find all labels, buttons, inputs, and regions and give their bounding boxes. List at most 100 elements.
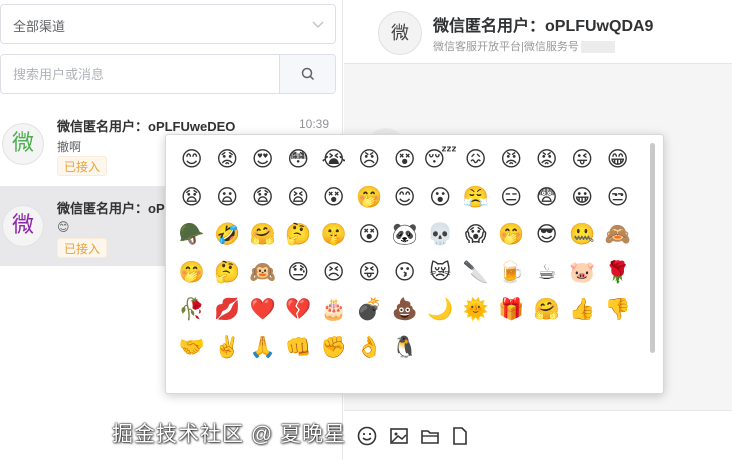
emoji-item[interactable]: 👊 bbox=[281, 329, 317, 367]
scrollbar[interactable] bbox=[650, 143, 655, 353]
emoji-item[interactable]: 😵 bbox=[316, 179, 352, 217]
emoji-item[interactable]: 😮 bbox=[423, 179, 459, 217]
emoji-item[interactable]: 🤭 bbox=[494, 216, 530, 254]
search-input[interactable] bbox=[1, 55, 279, 93]
emoji-item[interactable]: 😖 bbox=[458, 141, 494, 179]
search-icon bbox=[301, 67, 315, 81]
emoji-item[interactable]: 😍 bbox=[245, 141, 281, 179]
emoji-item[interactable]: 😧 bbox=[245, 179, 281, 217]
emoji-item[interactable]: 😴 bbox=[423, 141, 459, 179]
conversation-name: 微信匿名用户：oPLFUweDEO bbox=[57, 119, 236, 134]
emoji-item[interactable]: 😱 bbox=[458, 216, 494, 254]
chat-header: 微 微信匿名用户：oPLFUwQDA9 微信客服开放平台|微信服务号 bbox=[344, 0, 732, 64]
emoji-item[interactable]: 😠 bbox=[352, 141, 388, 179]
chat-avatar: 微 bbox=[378, 11, 422, 55]
emoji-item[interactable]: 🙉 bbox=[245, 254, 281, 292]
emoji-item[interactable]: 😣 bbox=[316, 254, 352, 292]
emoji-item[interactable]: 😨 bbox=[529, 179, 565, 217]
emoji-item[interactable]: 🤝 bbox=[174, 329, 210, 367]
emoji-item[interactable]: 🔪 bbox=[458, 254, 494, 292]
emoji-item[interactable]: 🤗 bbox=[245, 216, 281, 254]
emoji-item[interactable]: 😀 bbox=[565, 179, 601, 217]
emoji-item[interactable]: 😊 bbox=[174, 141, 210, 179]
emoji-item[interactable]: 🐷 bbox=[565, 254, 601, 292]
emoji-picker: 😊 😟 😍 😳 😭 😠 😵 😴 😖 😡 😡 😜 😁 😧 😦 😧 😫 😵 🤭 😊 😮 😤 😑 😨 😀 😒 🪖 🤣 🤗 🤔 🤫 😵 🐼 💀 😱 🤭 😎 🤐 🙈 🤭… bbox=[165, 134, 664, 394]
conversation-avatar: 微 bbox=[2, 123, 44, 165]
conversation-message: 😊 bbox=[57, 220, 70, 234]
emoji-item[interactable]: 😦 bbox=[210, 179, 246, 217]
emoji-item[interactable]: 🤭 bbox=[174, 254, 210, 292]
emoji-item[interactable]: 👌 bbox=[352, 329, 388, 367]
emoji-item[interactable]: 😤 bbox=[458, 179, 494, 217]
emoji-item[interactable]: 🪖 bbox=[174, 216, 210, 254]
emoji-item[interactable]: 🤭 bbox=[352, 179, 388, 217]
folder-icon[interactable] bbox=[419, 425, 441, 447]
chat-subtitle: 微信客服开放平台|微信服务号 bbox=[433, 38, 615, 54]
emoji-item[interactable]: 😵 bbox=[352, 216, 388, 254]
emoji-item[interactable]: 💣 bbox=[352, 291, 388, 329]
emoji-item[interactable]: 👍 bbox=[565, 291, 601, 329]
emoji-item[interactable]: 🌞 bbox=[458, 291, 494, 329]
emoji-item[interactable]: 🤐 bbox=[565, 216, 601, 254]
emoji-item[interactable]: 🌙 bbox=[423, 291, 459, 329]
emoji-item[interactable]: ❤️ bbox=[245, 291, 281, 329]
chevron-down-icon bbox=[312, 21, 324, 29]
emoji-item[interactable]: 💋 bbox=[210, 291, 246, 329]
emoji-item[interactable]: ✌️ bbox=[210, 329, 246, 367]
channel-select[interactable]: 全部渠道 bbox=[0, 4, 336, 44]
emoji-item[interactable]: 😡 bbox=[529, 141, 565, 179]
emoji-item[interactable]: 😝 bbox=[352, 254, 388, 292]
emoji-item[interactable]: 😓 bbox=[281, 254, 317, 292]
emoji-item[interactable]: 😗 bbox=[387, 254, 423, 292]
file-icon[interactable] bbox=[449, 425, 471, 447]
emoji-item[interactable]: 🙏 bbox=[245, 329, 281, 367]
emoji-item[interactable]: 😧 bbox=[174, 179, 210, 217]
emoji-item[interactable]: 🐧 bbox=[387, 329, 423, 367]
emoji-item[interactable]: 😿 bbox=[423, 254, 459, 292]
emoji-item[interactable]: 💩 bbox=[387, 291, 423, 329]
emoji-item[interactable]: 🥀 bbox=[174, 291, 210, 329]
channel-select-value: 全部渠道 bbox=[13, 19, 66, 34]
conversation-message: 撤啊 bbox=[57, 140, 82, 154]
emoji-item[interactable]: ☕ bbox=[529, 254, 565, 292]
conversation-avatar: 微 bbox=[2, 205, 44, 247]
emoji-item[interactable]: 🎂 bbox=[316, 291, 352, 329]
redacted-id bbox=[580, 41, 615, 54]
emoji-item[interactable]: 😒 bbox=[600, 179, 636, 217]
emoji-item[interactable]: 🤣 bbox=[210, 216, 246, 254]
watermark: 掘金技术社区 @ 夏晚星 bbox=[112, 423, 346, 446]
emoji-item[interactable]: 😁 bbox=[600, 141, 636, 179]
emoji-item[interactable]: 🙈 bbox=[600, 216, 636, 254]
emoji-item[interactable]: 😳 bbox=[281, 141, 317, 179]
emoji-item[interactable]: 🤫 bbox=[316, 216, 352, 254]
emoji-item[interactable]: 🐼 bbox=[387, 216, 423, 254]
chat-title: 微信匿名用户：oPLFUwQDA9 bbox=[433, 18, 654, 35]
smile-icon[interactable] bbox=[356, 425, 378, 447]
emoji-item[interactable]: 😑 bbox=[494, 179, 530, 217]
emoji-item[interactable]: 😭 bbox=[316, 141, 352, 179]
emoji-item[interactable]: 🤔 bbox=[210, 254, 246, 292]
emoji-item[interactable]: 😟 bbox=[210, 141, 246, 179]
emoji-item[interactable]: 😵 bbox=[387, 141, 423, 179]
emoji-item[interactable]: 😫 bbox=[281, 179, 317, 217]
input-toolbar bbox=[344, 410, 732, 460]
status-badge: 已接入 bbox=[57, 238, 108, 258]
emoji-item[interactable]: 😜 bbox=[565, 141, 601, 179]
emoji-item[interactable]: 💀 bbox=[423, 216, 459, 254]
status-badge: 已接入 bbox=[57, 156, 108, 176]
search-button[interactable] bbox=[279, 55, 335, 93]
emoji-grid: 😊 😟 😍 😳 😭 😠 😵 😴 😖 😡 😡 😜 😁 😧 😦 😧 😫 😵 🤭 😊 😮 😤 😑 😨 😀 😒 🪖 🤣 🤗 🤔 🤫 😵 🐼 💀 😱 🤭 😎 🤐 🙈 🤭… bbox=[174, 141, 634, 366]
emoji-item[interactable]: 😡 bbox=[494, 141, 530, 179]
emoji-item[interactable]: 👎 bbox=[600, 291, 636, 329]
image-icon[interactable] bbox=[388, 425, 410, 447]
search-box bbox=[0, 54, 336, 94]
emoji-item[interactable]: 🤔 bbox=[281, 216, 317, 254]
emoji-item[interactable]: 😊 bbox=[387, 179, 423, 217]
emoji-item[interactable]: 🎁 bbox=[494, 291, 530, 329]
emoji-item[interactable]: 🤗 bbox=[529, 291, 565, 329]
emoji-item[interactable]: ✊ bbox=[316, 329, 352, 367]
emoji-item[interactable]: 🍺 bbox=[494, 254, 530, 292]
emoji-item[interactable]: 🌹 bbox=[600, 254, 636, 292]
emoji-item[interactable]: 😎 bbox=[529, 216, 565, 254]
emoji-item[interactable]: 💔 bbox=[281, 291, 317, 329]
